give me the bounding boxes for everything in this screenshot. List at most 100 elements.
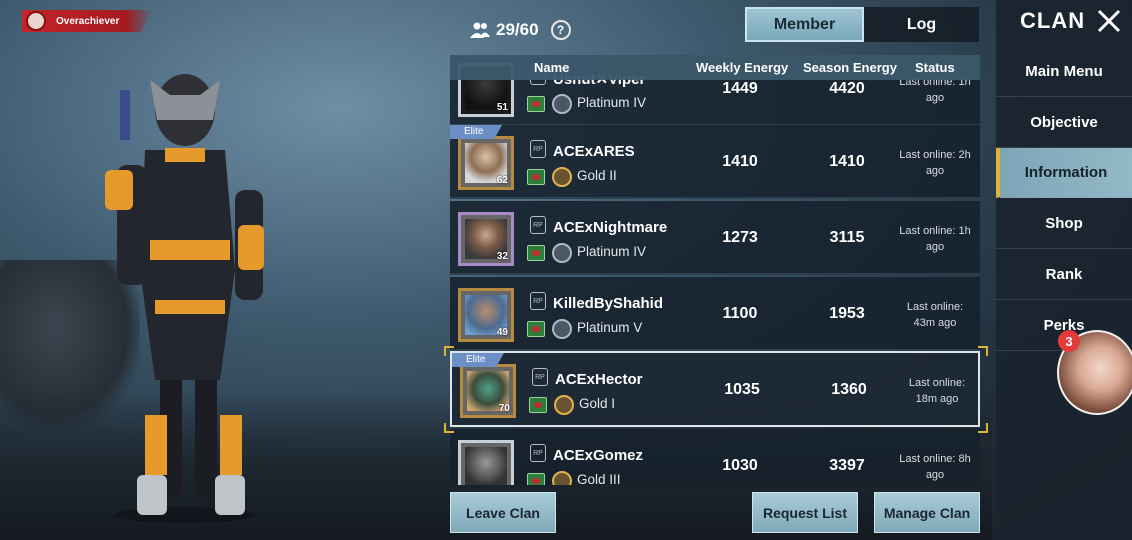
title-badge-label: Overachiever [56, 15, 120, 27]
rp-icon: RP [530, 292, 546, 310]
selection-corner [978, 423, 988, 433]
sidebar-item-shop[interactable]: Shop [996, 199, 1132, 249]
player-tier: Gold I [579, 396, 616, 411]
player-name: ACExGomez [553, 447, 644, 464]
status-line: ago [925, 241, 945, 253]
tier-gold-icon [554, 395, 574, 415]
status-line: Last online: [906, 301, 964, 313]
status-line: ago [925, 469, 945, 481]
avatar[interactable]: 70 [460, 364, 516, 418]
member-log-tabs: Member Log [745, 7, 979, 42]
popularity-icon [527, 321, 545, 337]
status: Last online: 43m ago [895, 299, 975, 331]
avatar-level: 62 [496, 175, 508, 186]
weekly-energy: 1449 [722, 80, 758, 97]
avatar-level: 32 [496, 251, 508, 262]
request-list-button[interactable]: Request List [752, 492, 858, 533]
player-tier: Platinum V [577, 320, 643, 335]
popularity-icon [527, 473, 545, 485]
tier-gold-icon [552, 167, 572, 187]
season-energy: 1360 [831, 381, 867, 398]
player-name: KilledByShahid [553, 295, 664, 312]
popularity-icon [527, 96, 545, 112]
table-row[interactable]: 62 Elite RP ACExARES Gold II 1410 1410 L… [450, 125, 980, 199]
tab-member[interactable]: Member [745, 7, 864, 42]
player-name: ACExNightmare [553, 219, 668, 236]
status-line: ago [925, 165, 945, 177]
sidebar-item-information[interactable]: Information [996, 148, 1132, 198]
column-season-energy: Season Energy [803, 60, 897, 75]
player-tier: Gold II [577, 168, 617, 183]
close-icon[interactable] [1096, 8, 1122, 34]
player-character [105, 74, 264, 523]
rp-icon: RP [530, 444, 546, 462]
status: Last online: 1h ago [895, 223, 975, 255]
status-line: Last online: 2h [899, 149, 971, 161]
avatar[interactable]: 62 [458, 136, 514, 190]
weekly-energy: 1030 [722, 457, 758, 474]
popularity-icon [529, 397, 547, 413]
season-energy: 3397 [829, 457, 865, 474]
player-tier: Platinum IV [577, 95, 647, 110]
status-line: ago [925, 92, 945, 104]
member-count: 29/60 ? [470, 20, 571, 40]
column-name: Name [534, 60, 570, 75]
avatar-level: 49 [496, 327, 508, 338]
selection-corner [978, 346, 988, 356]
column-weekly-energy: Weekly Energy [696, 60, 789, 75]
rp-icon: RP [532, 368, 548, 386]
manage-clan-button[interactable]: Manage Clan [874, 492, 980, 533]
sidebar-item-objective[interactable]: Objective [996, 98, 1132, 148]
sidebar-item-rank[interactable]: Rank [996, 250, 1132, 300]
player-name: ACExARES [553, 143, 635, 160]
tier-platinum-icon [552, 94, 572, 114]
table-header: Name Weekly Energy Season Energy Status [450, 55, 980, 80]
table-row[interactable]: RP ACExGomez Gold III 1030 3397 Last onl… [450, 429, 980, 485]
avatar-level: 51 [496, 102, 508, 113]
popularity-icon [527, 245, 545, 261]
members-icon [470, 22, 490, 38]
season-energy: 1410 [829, 153, 865, 170]
status-line: Last online: [908, 377, 966, 389]
rp-icon: RP [530, 140, 546, 158]
player-name: ACExHector [555, 371, 643, 388]
help-icon[interactable]: ? [550, 20, 571, 40]
avatar[interactable] [458, 440, 514, 485]
popularity-icon [527, 169, 545, 185]
chat-notification-badge: 3 [1058, 330, 1080, 352]
title-badge[interactable]: Overachiever [22, 10, 152, 32]
status: Last online: 18m ago [897, 375, 977, 407]
tab-log[interactable]: Log [864, 7, 979, 42]
status-line: Last online: 1h [899, 225, 971, 237]
column-status: Status [915, 60, 955, 75]
sidebar-title: CLAN [1020, 8, 1086, 33]
player-tier: Gold III [577, 472, 621, 485]
status-line: 18m ago [915, 393, 959, 405]
status-line: Last online: 8h [899, 453, 971, 465]
leave-clan-button[interactable]: Leave Clan [450, 492, 556, 533]
elite-tag: Elite [452, 353, 504, 367]
weekly-energy: 1410 [722, 153, 758, 170]
tier-platinum-icon [552, 243, 572, 263]
weekly-energy: 1035 [724, 381, 760, 398]
avatar[interactable]: 49 [458, 288, 514, 342]
rp-icon: RP [530, 216, 546, 234]
member-table[interactable]: 51 RP Usnut✕Viper Platinum IV 1449 4420 … [450, 55, 980, 485]
status-line: 43m ago [913, 317, 957, 329]
table-row-selected[interactable]: 70 Elite RP ACExHector Gold I 1035 1360 … [450, 351, 980, 427]
clan-sidebar: CLAN Main Menu Objective Information Sho… [996, 0, 1132, 540]
table-row[interactable]: 49 RP KilledByShahid Platinum V 1100 195… [450, 277, 980, 351]
status: Last online: 2h ago [895, 147, 975, 179]
elite-tag: Elite [450, 125, 502, 139]
season-energy: 3115 [829, 229, 865, 246]
weekly-energy: 1100 [722, 305, 758, 322]
table-row[interactable]: 32 RP ACExNightmare Platinum IV 1273 311… [450, 201, 980, 275]
season-energy: 1953 [829, 305, 865, 322]
sidebar-item-main-menu[interactable]: Main Menu [996, 47, 1132, 97]
tier-gold-icon [552, 471, 572, 485]
selection-corner [444, 423, 454, 433]
avatar-level: 70 [498, 403, 510, 414]
avatar[interactable]: 32 [458, 212, 514, 266]
selection-corner [444, 346, 454, 356]
tier-platinum-icon [552, 319, 572, 339]
